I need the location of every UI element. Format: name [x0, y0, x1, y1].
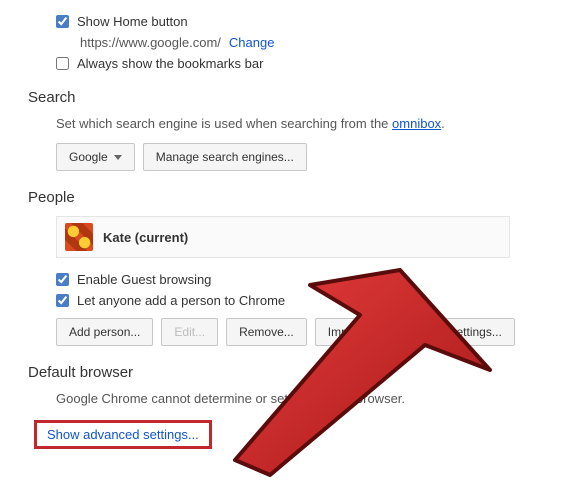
profile-row[interactable]: Kate (current): [56, 216, 510, 258]
avatar: [65, 223, 93, 251]
omnibox-link[interactable]: omnibox: [392, 116, 441, 131]
change-home-link[interactable]: Change: [229, 35, 275, 50]
chevron-down-icon: [114, 155, 122, 160]
people-section: People Kate (current) Enable Guest brows…: [0, 189, 580, 346]
add-person-button[interactable]: Add person...: [56, 318, 153, 346]
people-title: People: [28, 189, 580, 206]
advanced-settings-highlight: Show advanced settings...: [34, 420, 212, 449]
show-advanced-settings-link[interactable]: Show advanced settings...: [47, 427, 199, 442]
search-desc: Set which search engine is used when sea…: [56, 116, 580, 131]
guest-browsing-label: Enable Guest browsing: [77, 272, 211, 287]
default-browser-title: Default browser: [28, 364, 580, 381]
bookmarks-bar-label: Always show the bookmarks bar: [77, 56, 263, 71]
show-home-checkbox[interactable]: [56, 15, 69, 28]
default-browser-desc: Google Chrome cannot determine or set th…: [56, 391, 580, 406]
search-title: Search: [28, 89, 580, 106]
remove-person-button[interactable]: Remove...: [226, 318, 307, 346]
search-engine-label: Google: [69, 150, 108, 164]
search-engine-dropdown[interactable]: Google: [56, 143, 135, 171]
show-home-label: Show Home button: [77, 14, 188, 29]
edit-person-button[interactable]: Edit...: [161, 318, 218, 346]
guest-browsing-checkbox[interactable]: [56, 273, 69, 286]
default-browser-section: Default browser Google Chrome cannot det…: [0, 364, 580, 406]
anyone-add-label: Let anyone add a person to Chrome: [77, 293, 285, 308]
import-bookmarks-button[interactable]: Import bookmarks and settings...: [315, 318, 515, 346]
search-section: Search Set which search engine is used w…: [0, 89, 580, 171]
manage-search-engines-button[interactable]: Manage search engines...: [143, 143, 307, 171]
anyone-add-checkbox[interactable]: [56, 294, 69, 307]
bookmarks-bar-checkbox[interactable]: [56, 57, 69, 70]
home-url-text: https://www.google.com/: [80, 35, 221, 50]
profile-name: Kate (current): [103, 230, 188, 245]
